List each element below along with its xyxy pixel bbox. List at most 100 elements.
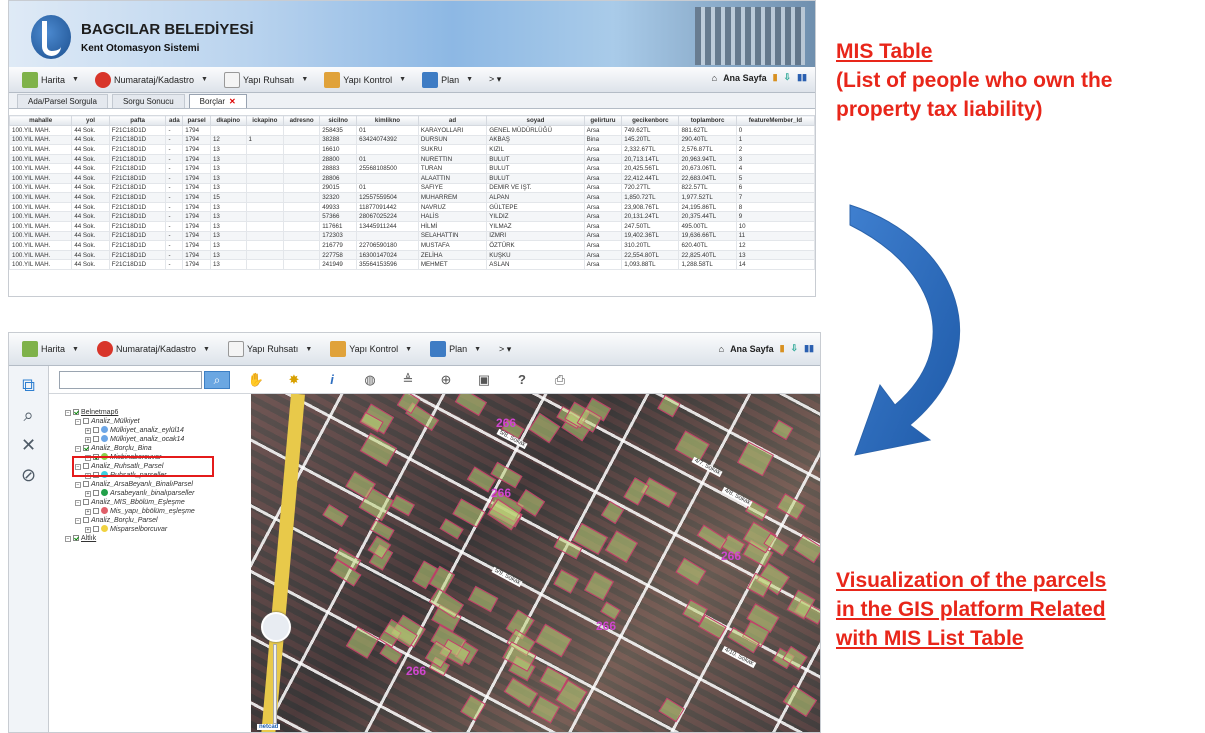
column-header[interactable]: toplamborc xyxy=(678,115,737,126)
layer-tree-item[interactable]: − Analiz_Borçlu_Bina xyxy=(65,444,251,453)
parcel-polygon[interactable] xyxy=(736,441,775,477)
parcel-polygon[interactable] xyxy=(658,697,686,723)
column-header[interactable]: pafta xyxy=(108,115,167,126)
search-input[interactable] xyxy=(59,370,202,389)
column-header[interactable]: soyad xyxy=(486,115,585,126)
close-icon[interactable]: ✕ xyxy=(18,434,40,456)
layer-tree-item[interactable]: + Misparselborcuvar xyxy=(65,525,251,534)
measure-icon[interactable]: ≜ xyxy=(396,372,420,388)
layer-tree-item[interactable]: + Mülkiyet_analiz_ocak14 xyxy=(65,435,251,444)
table-row[interactable]: 100.YIL MAH. 44 Sok. F21C18D1D -1794 13 11766… xyxy=(9,220,815,232)
table-row[interactable]: 100.YIL MAH. 44 Sok. F21C18D1D -1794 13 28800… xyxy=(9,153,815,165)
expand-icon[interactable]: + xyxy=(85,491,91,497)
expand-icon[interactable]: + xyxy=(85,437,91,443)
search-icon[interactable]: ⌕ xyxy=(18,404,40,426)
column-header[interactable]: gecikenborc xyxy=(621,115,680,126)
arrow-icon[interactable]: ⇩ xyxy=(791,343,799,354)
parcel-polygon[interactable] xyxy=(675,557,706,585)
home-icon[interactable]: ⌂ xyxy=(712,73,717,83)
search-button[interactable]: ⌕ xyxy=(204,370,230,389)
expand-icon[interactable]: − xyxy=(75,482,81,488)
parcel-polygon[interactable] xyxy=(698,615,728,640)
table-row[interactable]: 100.YIL MAH. 44 Sok. F21C18D1D -1794 13 28806… xyxy=(9,172,815,184)
layer-checkbox[interactable] xyxy=(93,508,99,514)
column-header[interactable]: dkapino xyxy=(209,115,247,126)
zoom-slider[interactable] xyxy=(273,644,277,724)
map-view[interactable]: netcad 266 266 266 266 266 4/7. Sokak 4/8. Sok… xyxy=(251,394,820,732)
layers-icon[interactable]: ⧉ xyxy=(18,374,40,396)
globe-icon[interactable]: ◍ xyxy=(358,372,382,388)
expand-icon[interactable]: − xyxy=(75,518,81,524)
menu-more[interactable]: > ▾ xyxy=(494,341,516,358)
table-row[interactable]: 100.YIL MAH. 44 Sok. F21C18D1D -1794 13 21677… xyxy=(9,240,815,251)
layer-tree-item[interactable]: − Analiz_Borçlu_Parsel xyxy=(65,516,251,525)
parcel-polygon[interactable] xyxy=(467,585,499,613)
menu-numarataj[interactable]: Numarataj/Kadastro ▼ xyxy=(90,69,213,91)
layer-checkbox[interactable] xyxy=(93,526,99,532)
menu-yapi-ruhsati[interactable]: Yapı Ruhsatı ▼ xyxy=(223,338,317,360)
table-row[interactable]: 100.YIL MAH. 44 Sok. F21C18D1D -1794 13 22775… xyxy=(9,249,815,261)
layer-tree-item[interactable]: + Mis_yapı_bbölüm_eşleşme xyxy=(65,507,251,516)
expand-icon[interactable]: − xyxy=(75,446,81,452)
expand-icon[interactable]: − xyxy=(75,419,81,425)
expand-icon[interactable]: − xyxy=(65,410,71,416)
layer-checkbox[interactable] xyxy=(83,445,89,451)
arrow-icon[interactable]: ⇩ xyxy=(784,72,792,83)
table-row[interactable]: 100.YIL MAH. 44 Sok. F21C18D1D -1794 13 49933… xyxy=(9,201,815,213)
parcel-polygon[interactable] xyxy=(504,677,539,708)
column-header[interactable]: parsel xyxy=(182,115,211,126)
expand-icon[interactable]: + xyxy=(85,527,91,533)
table-row[interactable]: 100.YIL MAH. 44 Sok. F21C18D1D -1794 258435 0… xyxy=(9,125,815,136)
menu-numarataj[interactable]: Numarataj/Kadastro ▼ xyxy=(92,338,215,360)
home-link[interactable]: Ana Sayfa xyxy=(723,73,767,83)
parcel-polygon[interactable] xyxy=(439,518,465,540)
layer-tree-item[interactable]: − Analiz_Mülkiyet xyxy=(65,417,251,426)
tools-icon[interactable]: ▮▮ xyxy=(797,72,807,83)
tab-borclar[interactable]: Borçlar ✕ xyxy=(188,94,247,108)
layer-checkbox[interactable] xyxy=(83,517,89,523)
help-icon[interactable]: ? xyxy=(510,372,534,387)
parcel-polygon[interactable] xyxy=(771,419,794,440)
parcel-polygon[interactable] xyxy=(605,529,638,563)
expand-icon[interactable]: + xyxy=(85,509,91,515)
layer-tree-item[interactable]: − Analiz_ArsaBeyanlı_BinalıParsel xyxy=(65,480,251,489)
column-header[interactable]: gelirturu xyxy=(583,115,623,126)
layer-tree-item[interactable]: − Belnetmap6 xyxy=(65,408,251,417)
tools-icon[interactable]: ▮▮ xyxy=(804,343,814,354)
table-row[interactable]: 100.YIL MAH. 44 Sok. F21C18D1D -1794 13 57366… xyxy=(9,211,815,222)
expand-icon[interactable]: + xyxy=(85,428,91,434)
block-icon[interactable]: ⊘ xyxy=(18,464,40,486)
compass-icon[interactable]: ⊕ xyxy=(434,372,458,388)
column-header[interactable]: sicilno xyxy=(319,115,358,126)
column-header[interactable]: mahalle xyxy=(9,115,73,126)
parcel-polygon[interactable] xyxy=(359,432,397,467)
parcel-polygon[interactable] xyxy=(584,571,615,602)
menu-yapi-ruhsati[interactable]: Yapı Ruhsatı ▼ xyxy=(219,69,313,91)
pan-control-icon[interactable] xyxy=(261,612,291,642)
parcel-polygon[interactable] xyxy=(460,694,487,722)
image-icon[interactable]: ▣ xyxy=(472,372,496,388)
menu-harita[interactable]: Harita ▼ xyxy=(17,338,84,360)
layer-tree-item[interactable]: + Mülkiyet_analiz_eylül14 xyxy=(65,426,251,435)
parcel-polygon[interactable] xyxy=(657,394,682,418)
layer-checkbox[interactable] xyxy=(73,535,79,541)
parcel-polygon[interactable] xyxy=(345,626,380,659)
layer-checkbox[interactable] xyxy=(73,409,79,415)
layer-tree-item[interactable]: − Analiz_MIS_Bbölüm_Eşleşme xyxy=(65,498,251,507)
pan-hand-icon[interactable]: ✋ xyxy=(244,372,268,388)
column-header[interactable]: featureMember_Id xyxy=(735,115,815,126)
column-header[interactable]: ickapino xyxy=(245,115,285,126)
layer-tree-item[interactable]: + Arsabeyanlı_binalıparseller xyxy=(65,489,251,498)
tab-sorgu-sonucu[interactable]: Sorgu Sonucu xyxy=(111,94,185,108)
parcel-polygon[interactable] xyxy=(601,501,626,526)
table-row[interactable]: 100.YIL MAH. 44 Sok. F21C18D1D -1794 13 28883… xyxy=(9,163,815,174)
parcel-polygon[interactable] xyxy=(389,495,415,517)
parcel-polygon[interactable] xyxy=(322,504,350,528)
column-header[interactable]: yol xyxy=(71,115,110,126)
table-row[interactable]: 100.YIL MAH. 44 Sok. F21C18D1D -1794 13 29015… xyxy=(9,182,815,194)
layer-tree-item[interactable]: − Altlık xyxy=(65,534,251,543)
table-row[interactable]: 100.YIL MAH. 44 Sok. F21C18D1D -1794 15 32320… xyxy=(9,192,815,203)
parcel-polygon[interactable] xyxy=(534,624,572,658)
expand-icon[interactable]: − xyxy=(75,500,81,506)
layer-checkbox[interactable] xyxy=(83,481,89,487)
